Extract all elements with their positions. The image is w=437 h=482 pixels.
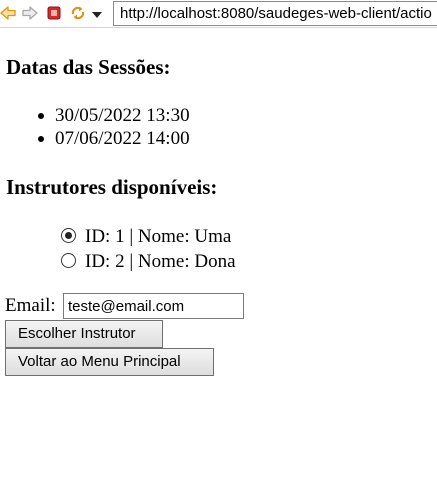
instructors-heading: Instrutores disponíveis: — [6, 175, 218, 199]
forward-arrow-icon[interactable] — [22, 5, 38, 21]
radio-button[interactable] — [61, 253, 76, 269]
session-date: 30/05/2022 13:30 — [55, 105, 190, 126]
email-field[interactable] — [63, 293, 244, 319]
browser-toolbar: http://localhost:8080/saudeges-web-clien… — [0, 0, 437, 28]
instructor-label: ID: 2 | Nome: Dona — [85, 251, 236, 272]
instructor-option-2[interactable]: ID: 2 | Nome: Dona — [61, 250, 236, 274]
radio-button-selected[interactable] — [61, 228, 76, 244]
url-bar[interactable]: http://localhost:8080/saudeges-web-clien… — [113, 1, 437, 26]
list-item: 30/05/2022 13:30 — [0, 104, 190, 127]
bullet-icon — [38, 136, 44, 142]
bullet-icon — [38, 113, 44, 119]
instructor-option-1[interactable]: ID: 1 | Nome: Uma — [61, 225, 231, 249]
instructor-label: ID: 1 | Nome: Uma — [85, 226, 232, 247]
sessions-heading: Datas das Sessões: — [6, 55, 171, 79]
list-item: 07/06/2022 14:00 — [0, 127, 190, 150]
refresh-icon[interactable] — [70, 5, 86, 21]
back-arrow-icon[interactable] — [0, 5, 17, 21]
stop-icon[interactable] — [46, 5, 62, 21]
sessions-list: 30/05/2022 13:30 07/06/2022 14:00 — [0, 104, 190, 150]
dropdown-menu-icon[interactable] — [91, 7, 103, 23]
choose-instructor-button[interactable]: Escolher Instrutor — [5, 320, 163, 348]
email-label: Email: — [5, 295, 56, 316]
session-date: 07/06/2022 14:00 — [55, 128, 190, 149]
back-to-main-menu-button[interactable]: Voltar ao Menu Principal — [5, 348, 214, 376]
